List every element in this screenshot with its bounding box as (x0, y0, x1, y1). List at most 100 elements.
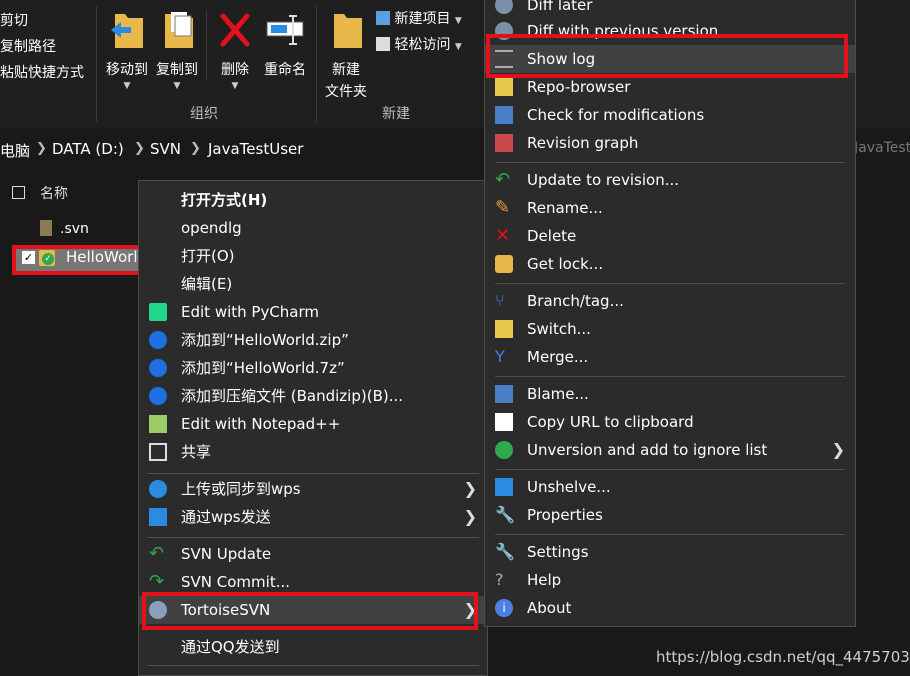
paste-shortcut-button[interactable]: 粘贴快捷方式 (0, 62, 84, 82)
ribbon-divider (316, 6, 317, 122)
chevron-right-icon[interactable]: ❯ (134, 141, 145, 156)
delete-button[interactable]: 删除 ▼ (212, 8, 258, 91)
breadcrumb-drive[interactable]: DATA (D:) (52, 140, 124, 158)
svn-item-get-lock[interactable]: Get lock... (485, 250, 855, 278)
check-modifications-icon (495, 106, 513, 124)
copy-path-button[interactable]: 复制路径 (0, 36, 56, 56)
menu-item-edit[interactable]: 编辑(E) (139, 270, 487, 298)
search-box[interactable]: JavaTestUser (854, 140, 910, 156)
svn-item-merge[interactable]: Y Merge... (485, 343, 855, 371)
copy-to-label: 复制到 (156, 62, 198, 78)
menu-separator (495, 283, 845, 284)
select-all-checkbox[interactable] (12, 186, 25, 199)
svn-item-rename[interactable]: ✎ Rename... (485, 194, 855, 222)
help-icon: ? (495, 570, 504, 589)
menu-item-add-7z[interactable]: 添加到“HelloWorld.7z” (139, 354, 487, 382)
rename-icon (266, 15, 304, 45)
svn-item-check-modifications[interactable]: Check for modifications (485, 101, 855, 129)
new-folder-button[interactable]: 新建 文件夹 (320, 8, 372, 103)
menu-item-add-zip[interactable]: 添加到“HelloWorld.zip” (139, 326, 487, 354)
easy-access-label: 轻松访问 (394, 37, 451, 53)
repo-browser-icon (495, 78, 513, 96)
breadcrumb-svn[interactable]: SVN (150, 140, 181, 158)
move-to-button[interactable]: 移动到 ▼ (102, 8, 152, 91)
svn-item-unshelve[interactable]: Unshelve... (485, 473, 855, 501)
notepadpp-icon (149, 415, 167, 433)
svn-item-help[interactable]: ? Help (485, 566, 855, 594)
info-icon: i (495, 599, 513, 617)
svn-item-branch-tag[interactable]: ⑂ Branch/tag... (485, 287, 855, 315)
delete-x-icon: ✕ (495, 225, 511, 246)
magnifier-icon (495, 0, 513, 14)
menu-item-opendlg[interactable]: opendlg (139, 214, 487, 242)
watermark-text: https://blog.csdn.net/qq_44757034 (656, 648, 910, 666)
svn-item-revision-graph[interactable]: Revision graph (485, 129, 855, 157)
move-to-label: 移动到 (106, 62, 148, 78)
dropdown-arrow-icon: ▼ (231, 81, 239, 91)
menu-item-qq-send[interactable]: 通过QQ发送到 (139, 633, 487, 661)
menu-item-wps-sync[interactable]: 上传或同步到wps ❯ (139, 475, 487, 503)
new-folder-label-1: 新建 (332, 62, 360, 78)
cut-button[interactable]: 剪切 (0, 10, 28, 30)
submenu-arrow-icon: ❯ (463, 479, 477, 498)
new-item-button[interactable]: 新建项目 ▼ (376, 8, 462, 28)
menu-item-add-archive[interactable]: 添加到压缩文件 (Bandizip)(B)... (139, 382, 487, 410)
svn-item-switch[interactable]: Switch... (485, 315, 855, 343)
organize-group-label: 组织 (190, 106, 218, 122)
ribbon-divider (206, 10, 207, 80)
submenu-arrow-icon: ❯ (831, 440, 845, 459)
dropdown-arrow-icon: ▼ (454, 16, 462, 26)
svn-item-update-to-revision[interactable]: ↶ Update to revision... (485, 166, 855, 194)
delete-label: 删除 (221, 62, 249, 78)
chevron-right-icon[interactable]: ❯ (190, 141, 201, 156)
pycharm-icon (149, 303, 167, 321)
highlight-box (486, 34, 848, 78)
rename-button[interactable]: 重命名 (260, 8, 310, 81)
menu-item-share[interactable]: 共享 (139, 438, 487, 466)
wps-cloud-icon (149, 480, 167, 498)
column-header-name[interactable]: 名称 (40, 183, 68, 203)
menu-item-svn-update[interactable]: ↶ SVN Update (139, 540, 487, 568)
menu-separator (495, 534, 845, 535)
tortoisesvn-submenu: Diff later Diff with previous version Sh… (484, 0, 856, 627)
bandizip-icon (149, 331, 167, 349)
bandizip-icon (149, 359, 167, 377)
menu-item-notepadpp[interactable]: Edit with Notepad++ (139, 410, 487, 438)
svn-item-copy-url[interactable]: Copy URL to clipboard (485, 408, 855, 436)
wps-send-icon (149, 508, 167, 526)
copy-to-button[interactable]: 复制到 ▼ (152, 8, 202, 91)
new-item-icon (376, 11, 390, 25)
menu-item-open[interactable]: 打开(O) (139, 242, 487, 270)
breadcrumb-this-pc[interactable]: 电脑 (0, 140, 30, 161)
menu-item-wps-send[interactable]: 通过wps发送 ❯ (139, 503, 487, 531)
easy-access-button[interactable]: 轻松访问 ▼ (376, 34, 462, 54)
breadcrumb-folder[interactable]: JavaTestUser (208, 140, 303, 158)
menu-item-open-with[interactable]: 打开方式(H) (139, 186, 487, 214)
svn-item-about[interactable]: i About (485, 594, 855, 622)
highlight-box (142, 592, 478, 630)
settings-wrench-icon: 🔧 (495, 542, 515, 561)
revision-graph-icon (495, 134, 513, 152)
merge-icon: Y (495, 347, 505, 366)
svn-item-blame[interactable]: Blame... (485, 380, 855, 408)
svn-item-delete[interactable]: ✕ Delete (485, 222, 855, 250)
branch-icon: ⑂ (495, 291, 505, 310)
menu-separator (147, 665, 479, 666)
folder-icon (40, 220, 52, 236)
svn-item-properties[interactable]: 🔧 Properties (485, 501, 855, 529)
file-row-svn[interactable]: .svn (40, 220, 89, 237)
svn-item-unversion-ignore[interactable]: Unversion and add to ignore list ❯ (485, 436, 855, 464)
svn-commit-icon: ↷ (149, 571, 165, 592)
menu-separator (495, 376, 845, 377)
chevron-right-icon[interactable]: ❯ (36, 141, 47, 156)
new-group-label: 新建 (382, 106, 410, 122)
menu-separator (147, 473, 479, 474)
wrench-icon: 🔧 (495, 505, 515, 524)
highlight-box (12, 245, 154, 275)
menu-item-edit-pycharm[interactable]: Edit with PyCharm (139, 298, 487, 326)
ribbon-divider (96, 6, 97, 122)
blame-icon (495, 385, 513, 403)
svn-item-settings[interactable]: 🔧 Settings (485, 538, 855, 566)
copy-folder-icon (165, 12, 193, 48)
dropdown-arrow-icon: ▼ (123, 81, 131, 91)
